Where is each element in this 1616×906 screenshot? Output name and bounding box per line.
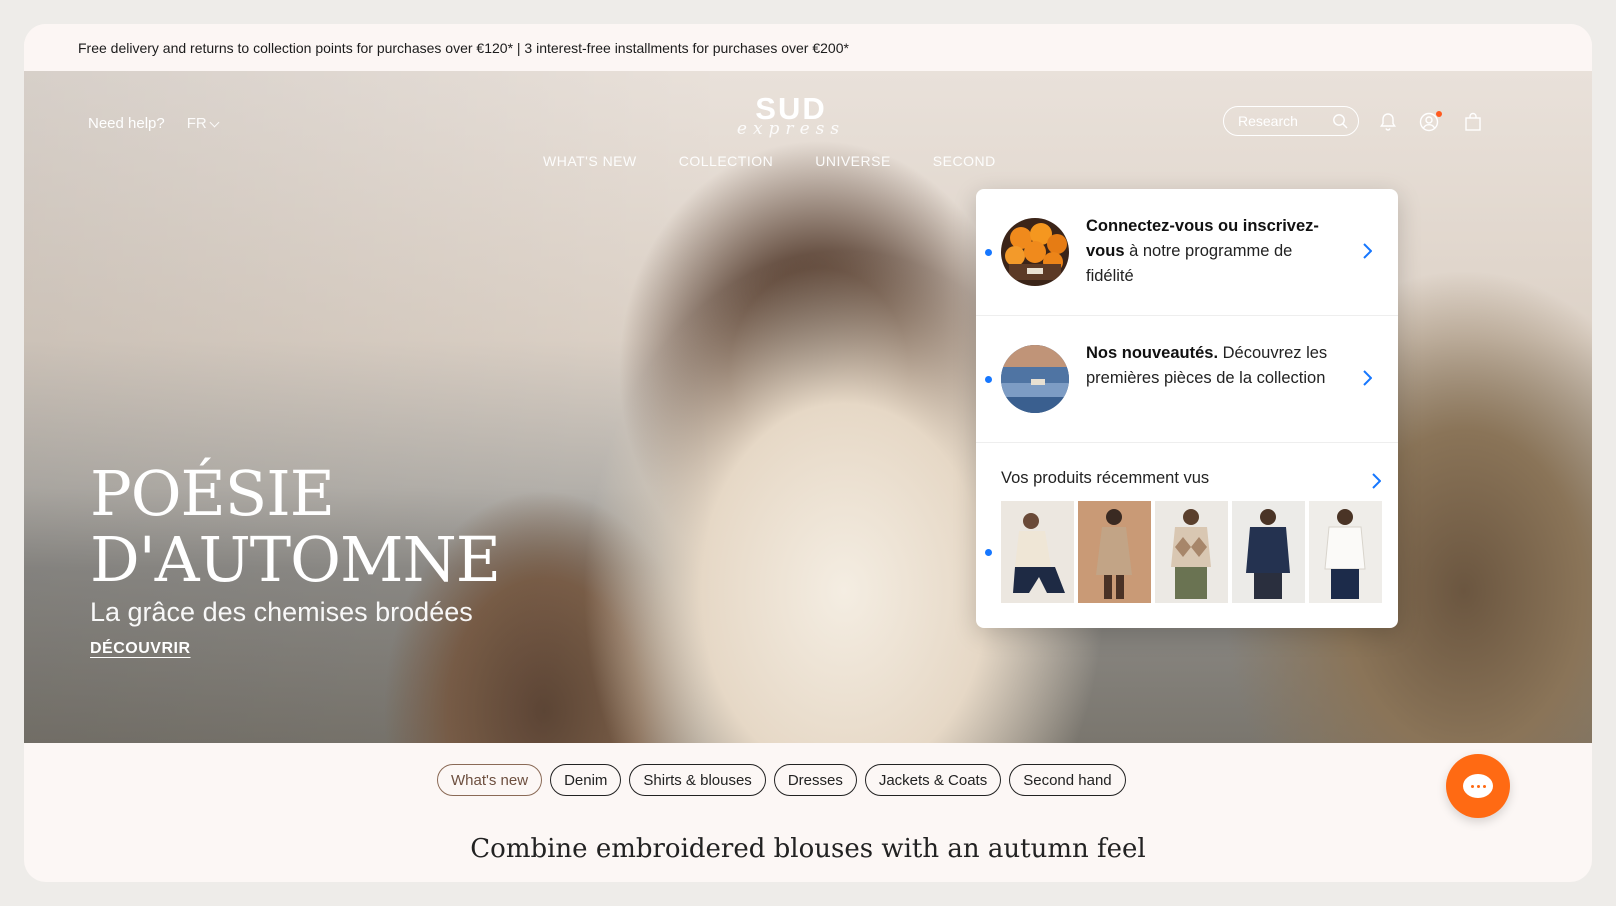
popup-item-new-arrivals[interactable]: Nos nouveautés. Découvrez les premières … — [976, 316, 1398, 443]
shopping-bag-icon[interactable] — [1464, 112, 1482, 132]
unread-dot — [985, 249, 992, 256]
chip-jackets-coats[interactable]: Jackets & Coats — [864, 764, 1002, 796]
chevron-right-icon[interactable] — [1362, 243, 1372, 259]
popup-item-text: Connectez-vous ou inscrivez-vous à notre… — [1086, 214, 1341, 289]
popup-item-bold: Nos nouveautés. — [1086, 344, 1219, 362]
bell-icon[interactable] — [1379, 112, 1397, 132]
promo-text: Free delivery and returns to collection … — [78, 39, 849, 56]
chevron-down-icon — [209, 117, 220, 127]
denim-thumbnail — [1001, 345, 1069, 413]
section-heading: Combine embroidered blouses with an autu… — [470, 834, 1146, 864]
promo-banner: Free delivery and returns to collection … — [24, 24, 1592, 71]
hero-title: POÉSIE D'AUTOMNE — [90, 457, 501, 596]
browser-frame: Free delivery and returns to collection … — [24, 24, 1592, 882]
chat-icon — [1463, 774, 1493, 798]
chip-whats-new[interactable]: What's new — [437, 764, 543, 796]
recent-product-thumbnail[interactable] — [1155, 501, 1228, 603]
hero-banner[interactable]: Need help? FR SUD express WHAT'S NEW COL… — [24, 71, 1592, 743]
hero-title-line2: D'AUTOMNE — [90, 523, 501, 596]
search-placeholder: Research — [1238, 113, 1298, 129]
nav-item-collection[interactable]: COLLECTION — [679, 153, 773, 169]
recent-products-title[interactable]: Vos produits récemment vus — [1001, 469, 1209, 488]
chip-second-hand[interactable]: Second hand — [1009, 764, 1126, 796]
hero-title-line1: POÉSIE — [90, 457, 335, 530]
chip-denim[interactable]: Denim — [550, 764, 622, 796]
recent-product-thumbnail[interactable] — [1078, 501, 1151, 603]
chat-button[interactable] — [1446, 754, 1510, 818]
notification-dot — [1436, 111, 1442, 117]
popup-item-text: Nos nouveautés. Découvrez les premières … — [1086, 341, 1341, 391]
search-input[interactable]: Research — [1223, 106, 1359, 136]
recent-product-thumbnail[interactable] — [1232, 501, 1305, 603]
popup-item-loyalty[interactable]: Connectez-vous ou inscrivez-vous à notre… — [976, 189, 1398, 316]
nav-item-second[interactable]: SECOND — [933, 153, 996, 169]
language-selector[interactable]: FR — [186, 115, 220, 132]
recent-product-thumbnail[interactable] — [1001, 501, 1074, 603]
nav-item-whats-new[interactable]: WHAT'S NEW — [543, 153, 637, 169]
oranges-thumbnail — [1001, 218, 1069, 286]
logo-sub-text: express — [736, 119, 846, 139]
chevron-right-icon[interactable] — [1371, 473, 1381, 489]
recent-products-row — [1001, 501, 1382, 603]
notification-popup: Connectez-vous ou inscrivez-vous à notre… — [976, 189, 1398, 628]
help-link[interactable]: Need help? — [88, 115, 165, 132]
nav-item-universe[interactable]: UNIVERSE — [815, 153, 891, 169]
recent-product-thumbnail[interactable] — [1309, 501, 1382, 603]
hero-subtitle: La grâce des chemises brodées — [90, 597, 473, 627]
search-icon[interactable] — [1332, 113, 1348, 129]
language-label: FR — [186, 115, 207, 132]
header-left: Need help? FR — [88, 115, 220, 132]
chip-shirts-blouses[interactable]: Shirts & blouses — [629, 764, 766, 796]
unread-dot — [985, 376, 992, 383]
main-nav: WHAT'S NEW COLLECTION UNIVERSE SECOND — [543, 153, 996, 169]
category-chips: What's new Denim Shirts & blouses Dresse… — [437, 764, 1126, 796]
hero-cta-link[interactable]: DÉCOUVRIR — [90, 640, 500, 658]
account-icon[interactable] — [1419, 111, 1442, 132]
brand-logo[interactable]: SUD express — [731, 91, 851, 139]
chip-dresses[interactable]: Dresses — [773, 764, 857, 796]
unread-dot — [985, 549, 992, 556]
hero-text-block: POÉSIE D'AUTOMNE La grâce des chemises b… — [90, 457, 501, 658]
chevron-right-icon[interactable] — [1362, 370, 1372, 386]
